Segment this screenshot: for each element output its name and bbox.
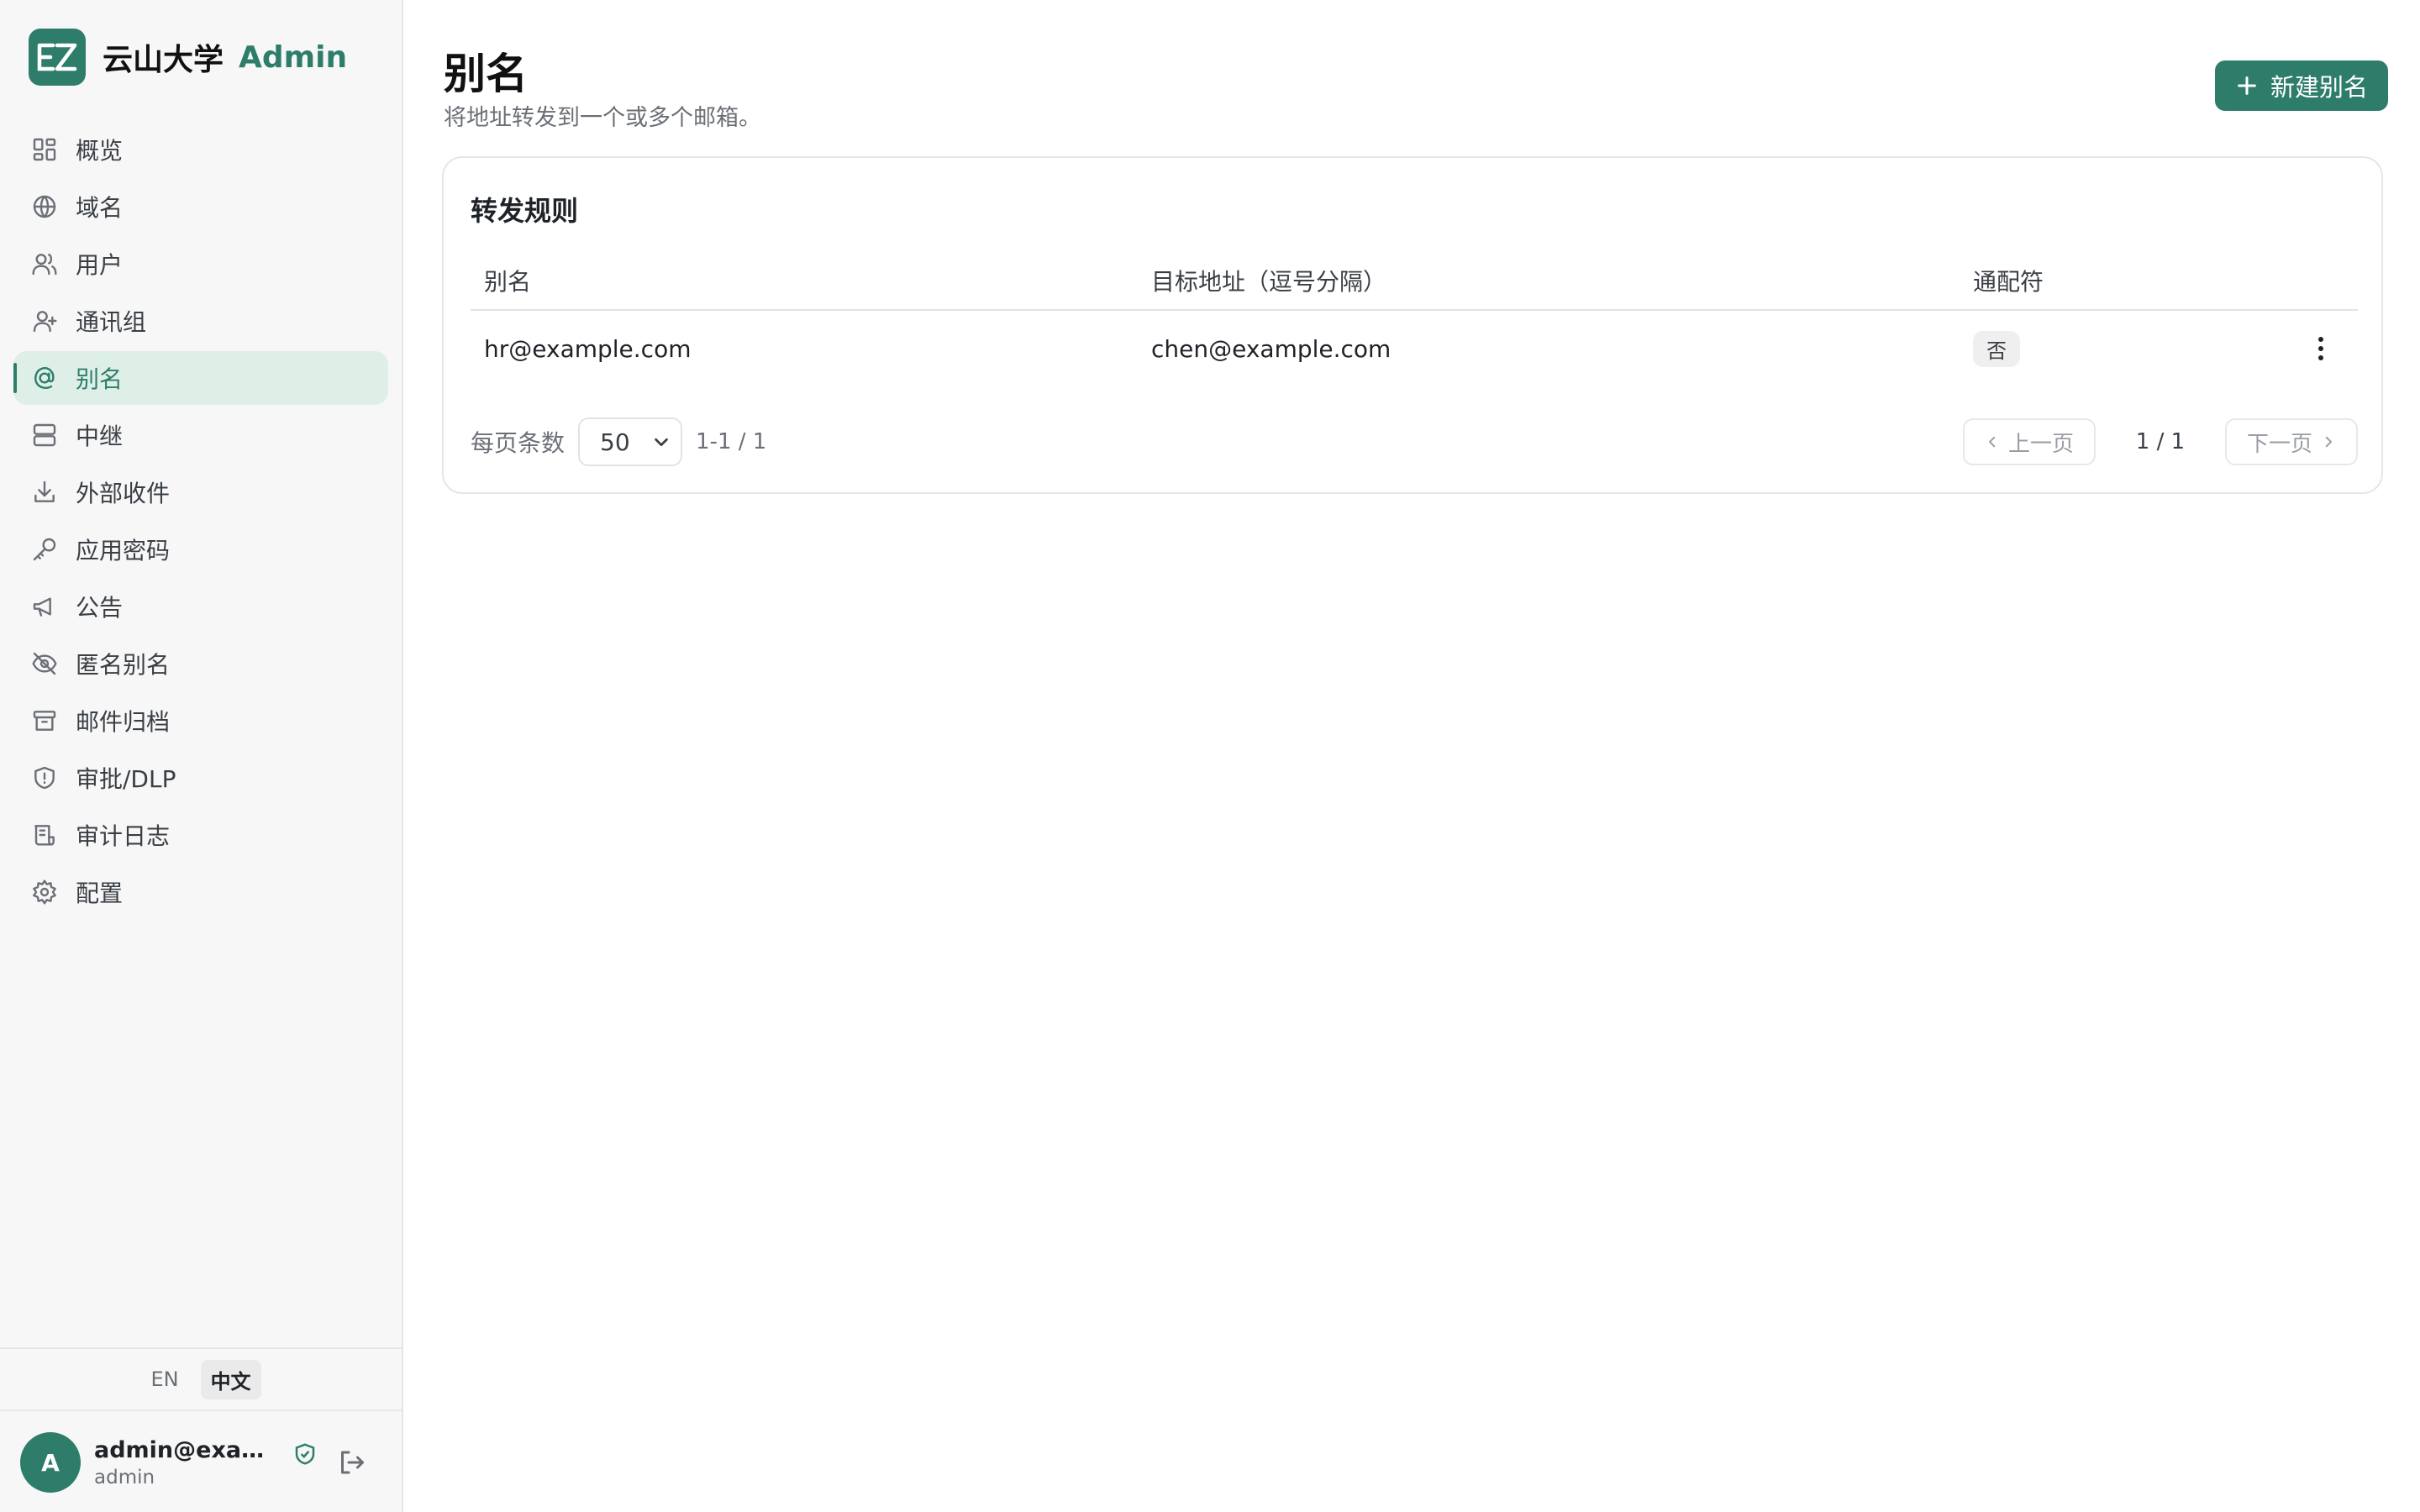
lang-zh-button[interactable]: 中文 (200, 1359, 261, 1399)
language-switcher: EN 中文 (0, 1347, 402, 1411)
sidebar-item-label: 配置 (76, 879, 124, 907)
card-title: 转发规则 (471, 195, 579, 227)
user-profile: A admin@example.com admin (0, 1413, 402, 1512)
table-header: 别名 目标地址（逗号分隔） 通配符 (471, 252, 2358, 311)
sidebar-item-label: 别名 (76, 365, 124, 393)
per-page-label: 每页条数 (471, 429, 566, 457)
page-title: 别名 (444, 50, 528, 98)
aliases-table: 别名 目标地址（逗号分隔） 通配符 hr@example.com chen@ex… (471, 252, 2358, 386)
globe-icon (30, 192, 59, 221)
sidebar: 云山大学 Admin 概览 域名 用户 通讯组 别名 中继 外部收件 应用密码 … (0, 0, 403, 1512)
per-page-select[interactable]: 50 (578, 417, 683, 466)
server-icon (30, 421, 59, 449)
at-icon (30, 364, 59, 392)
app-root: 云山大学 Admin 概览 域名 用户 通讯组 别名 中继 外部收件 应用密码 … (0, 0, 2420, 1512)
sidebar-item-relay[interactable]: 中继 (13, 408, 388, 462)
column-header-alias: 别名 (484, 268, 532, 296)
sidebar-item-label: 应用密码 (76, 537, 171, 564)
avatar: A (20, 1432, 81, 1493)
sidebar-item-label: 匿名别名 (76, 651, 171, 679)
sidebar-item-label: 通讯组 (76, 308, 147, 336)
sidebar-item-label: 概览 (76, 137, 124, 165)
archive-icon (30, 706, 59, 735)
wildcard-badge: 否 (1973, 330, 2020, 367)
download-icon (30, 478, 59, 507)
prev-page-button[interactable]: 上一页 (1962, 418, 2096, 465)
sidebar-item-settings[interactable]: 配置 (13, 865, 388, 919)
cell-target: chen@example.com (1151, 334, 1392, 363)
eye-off-icon (30, 649, 59, 678)
brand-logo-icon (29, 29, 86, 86)
forwarding-rules-card: 转发规则 别名 目标地址（逗号分隔） 通配符 hr@example.com ch… (442, 156, 2383, 494)
chevron-right-icon (2325, 436, 2332, 448)
cell-actions (2284, 332, 2358, 365)
sidebar-item-label: 审批/DLP (76, 765, 176, 793)
brand-name: 云山大学 (103, 43, 224, 77)
sidebar-item-users[interactable]: 用户 (13, 237, 388, 291)
sidebar-item-external-fetch[interactable]: 外部收件 (13, 465, 388, 519)
shield-icon (30, 764, 59, 792)
prev-page-label: 上一页 (2007, 431, 2074, 457)
sidebar-item-label: 公告 (76, 594, 124, 622)
sidebar-item-label: 审计日志 (76, 822, 171, 850)
user-email: admin@example.com (94, 1436, 282, 1463)
sidebar-item-overview[interactable]: 概览 (13, 123, 388, 176)
chevron-left-icon (1988, 436, 1996, 448)
sidebar-item-audit-log[interactable]: 审计日志 (13, 808, 388, 862)
user-role: admin (94, 1466, 155, 1488)
sidebar-item-announcements[interactable]: 公告 (13, 580, 388, 633)
next-page-label: 下一页 (2246, 431, 2312, 457)
sidebar-item-label: 中继 (76, 423, 124, 450)
scroll-icon (30, 821, 59, 849)
cell-alias: hr@example.com (484, 334, 692, 363)
cell-wildcard: 否 (1973, 330, 2284, 367)
sidebar-item-mail-archive[interactable]: 邮件归档 (13, 694, 388, 748)
pagination: 每页条数 50 1-1 / 1 上一页 1 / 1 下一页 (471, 417, 2358, 467)
column-header-wildcard: 通配符 (1973, 268, 2044, 296)
logout-icon[interactable] (336, 1447, 366, 1478)
sidebar-item-domains[interactable]: 域名 (13, 180, 388, 234)
sidebar-item-label: 邮件归档 (76, 708, 171, 736)
page-subtitle: 将地址转发到一个或多个邮箱。 (444, 105, 761, 131)
sidebar-nav: 概览 域名 用户 通讯组 别名 中继 外部收件 应用密码 公告 匿名别名 邮件归… (0, 114, 402, 922)
chevron-down-icon (655, 438, 668, 447)
verified-shield-icon (292, 1441, 318, 1467)
sidebar-item-label: 用户 (76, 251, 124, 279)
sidebar-item-groups[interactable]: 通讯组 (13, 294, 388, 348)
lang-en-button[interactable]: EN (140, 1362, 188, 1396)
brand[interactable]: 云山大学 Admin (0, 0, 402, 114)
sidebar-item-anonymous-aliases[interactable]: 匿名别名 (13, 637, 388, 690)
more-vertical-icon[interactable] (2304, 332, 2338, 365)
new-alias-button-label: 新建别名 (2270, 73, 2368, 102)
table-row[interactable]: hr@example.com chen@example.com 否 (471, 311, 2358, 386)
user-group-icon (30, 307, 59, 335)
result-range: 1-1 / 1 (696, 429, 767, 454)
plus-icon (2238, 76, 2256, 95)
sidebar-item-label: 域名 (76, 194, 124, 222)
brand-admin-label: Admin (239, 39, 348, 75)
new-alias-button[interactable]: 新建别名 (2214, 60, 2388, 111)
next-page-button[interactable]: 下一页 (2224, 418, 2358, 465)
page-indicator: 1 / 1 (2135, 429, 2186, 454)
user-info: admin@example.com admin (94, 1437, 282, 1488)
sidebar-item-app-passwords[interactable]: 应用密码 (13, 522, 388, 576)
gear-icon (30, 878, 59, 906)
megaphone-icon (30, 592, 59, 621)
sidebar-item-label: 外部收件 (76, 480, 171, 507)
sidebar-item-approval-dlp[interactable]: 审批/DLP (13, 751, 388, 805)
main-content: 别名 将地址转发到一个或多个邮箱。 新建别名 转发规则 别名 目标地址（逗号分隔… (403, 0, 2420, 1512)
sidebar-item-aliases[interactable]: 别名 (13, 351, 388, 405)
per-page-value: 50 (600, 428, 630, 456)
key-icon (30, 535, 59, 564)
dashboard-icon (30, 135, 59, 164)
users-icon (30, 249, 59, 278)
column-header-target: 目标地址（逗号分隔） (1151, 268, 1387, 296)
